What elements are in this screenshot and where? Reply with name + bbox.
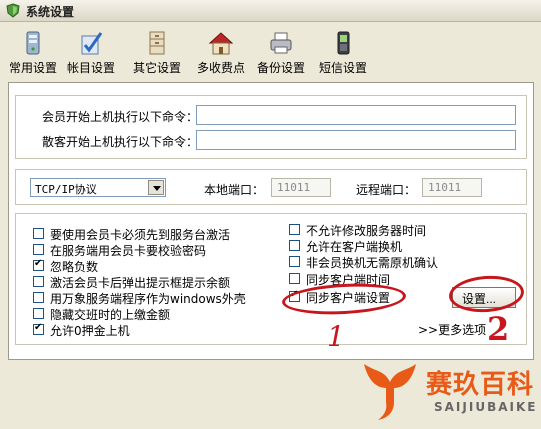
option-label: 允许在客户端换机 xyxy=(306,240,403,254)
option-label: 非会员换机无需原机确认 xyxy=(306,256,439,270)
cabinet-icon xyxy=(149,31,165,55)
tool-backup-settings[interactable]: 备份设置 xyxy=(256,30,306,76)
watermark: 赛玖百科 SAIJIUBAIKE xyxy=(348,356,541,429)
checkbox-checked[interactable] xyxy=(33,258,44,271)
tool-label: 备份设置 xyxy=(256,61,305,75)
watermark-text-cn: 赛玖百科 xyxy=(426,370,535,400)
remote-port-label: 远程端口： xyxy=(356,183,417,197)
server-icon xyxy=(26,31,40,55)
network-group: TCP/IP协议 本地端口： 11011 远程端口： 11011 xyxy=(15,169,527,205)
house-icon xyxy=(208,32,234,55)
tool-multi-charge-points[interactable]: 多收费点 xyxy=(196,30,246,76)
option-label: 要使用会员卡必须先到服务台激活 xyxy=(50,228,231,242)
option-label: 隐藏交班时的上缴金额 xyxy=(50,308,171,322)
guest-command-label: 散客开始上机执行以下命令： xyxy=(42,135,199,149)
tool-label: 其它设置 xyxy=(132,61,181,75)
more-options-link[interactable]: >>更多选项 xyxy=(418,321,486,338)
remote-port-input[interactable]: 11011 xyxy=(422,178,482,197)
annotation-number-two: 2 xyxy=(487,310,510,348)
option-label: 激活会员卡后弹出提示框提示余额 xyxy=(50,276,231,290)
checkbox[interactable] xyxy=(289,256,300,267)
checkbox-checked[interactable] xyxy=(33,322,44,335)
tool-label: 常用设置 xyxy=(8,61,57,75)
checkbox[interactable] xyxy=(33,228,44,239)
option-label: 用万象服务端程序作为windows外壳 xyxy=(50,292,246,306)
mobile-phone-icon xyxy=(337,31,350,55)
option-label: 在服务端用会员卡要校验密码 xyxy=(50,244,207,258)
protocol-value: TCP/IP协议 xyxy=(35,183,97,196)
watermark-text-en: SAIJIUBAIKE xyxy=(434,400,538,414)
checkbox[interactable] xyxy=(33,244,44,255)
title-bar[interactable]: 系统设置 xyxy=(0,0,541,22)
checkbox[interactable] xyxy=(289,273,300,284)
local-port-label: 本地端口： xyxy=(204,183,265,197)
protocol-select[interactable]: TCP/IP协议 xyxy=(30,178,166,197)
checkbox[interactable] xyxy=(33,276,44,287)
printer-icon xyxy=(270,32,292,54)
tool-general-settings[interactable]: 常用设置 xyxy=(8,30,58,76)
app-shield-icon xyxy=(6,3,20,18)
whale-tail-logo-icon xyxy=(364,364,416,420)
local-port-input[interactable]: 11011 xyxy=(271,178,331,197)
member-command-label: 会员开始上机执行以下命令： xyxy=(42,110,199,124)
checkbox[interactable] xyxy=(289,240,300,251)
annotation-number-one: 1 xyxy=(327,320,345,353)
startup-command-group: 会员开始上机执行以下命令： 散客开始上机执行以下命令： xyxy=(15,95,527,159)
toolbar: 常用设置 帐目设置 其它设置 多收费点 备份设置 短信设置 xyxy=(0,24,541,76)
local-port-value: 11011 xyxy=(277,181,311,194)
member-command-input[interactable] xyxy=(196,105,516,125)
tool-label: 帐目设置 xyxy=(66,61,115,75)
checkbox[interactable] xyxy=(289,224,300,235)
window-title: 系统设置 xyxy=(26,5,75,19)
tool-label: 多收费点 xyxy=(196,61,245,75)
checkbox[interactable] xyxy=(33,308,44,319)
chevron-down-icon[interactable] xyxy=(148,180,164,195)
tool-sms-settings[interactable]: 短信设置 xyxy=(318,30,368,76)
tool-other-settings[interactable]: 其它设置 xyxy=(132,30,182,76)
option-label: 不允许修改服务器时间 xyxy=(306,224,427,238)
guest-command-input[interactable] xyxy=(196,130,516,150)
option-label: 允许0押金上机 xyxy=(50,324,130,338)
option-label: 忽略负数 xyxy=(50,260,99,274)
remote-port-value: 11011 xyxy=(428,181,462,194)
tool-label: 短信设置 xyxy=(318,61,367,75)
check-clipboard-icon xyxy=(81,32,103,55)
tool-account-settings[interactable]: 帐目设置 xyxy=(66,30,116,76)
checkbox[interactable] xyxy=(33,292,44,303)
